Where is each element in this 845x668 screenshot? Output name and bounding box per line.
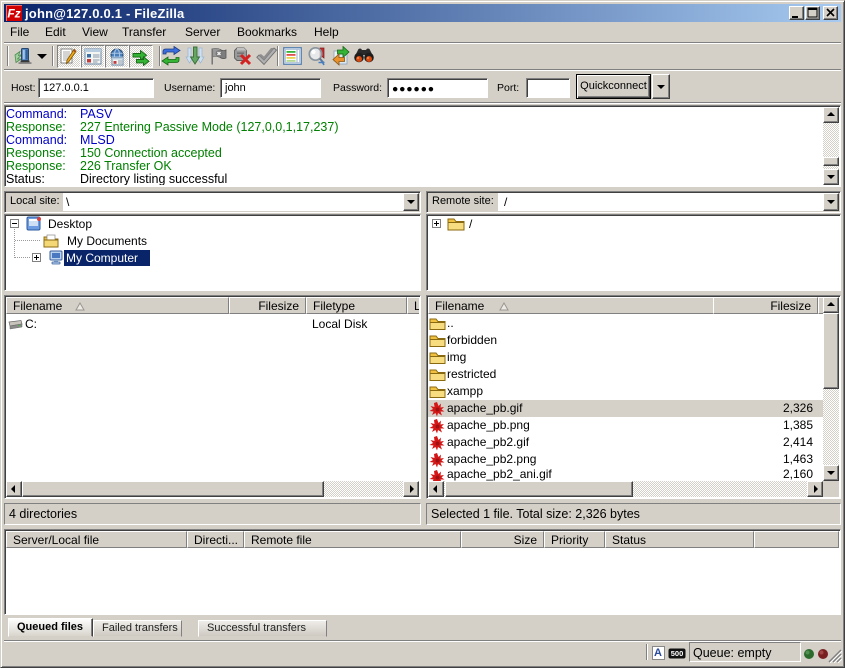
svg-text:Fz: Fz <box>7 7 20 21</box>
svg-text:500: 500 <box>671 649 684 658</box>
